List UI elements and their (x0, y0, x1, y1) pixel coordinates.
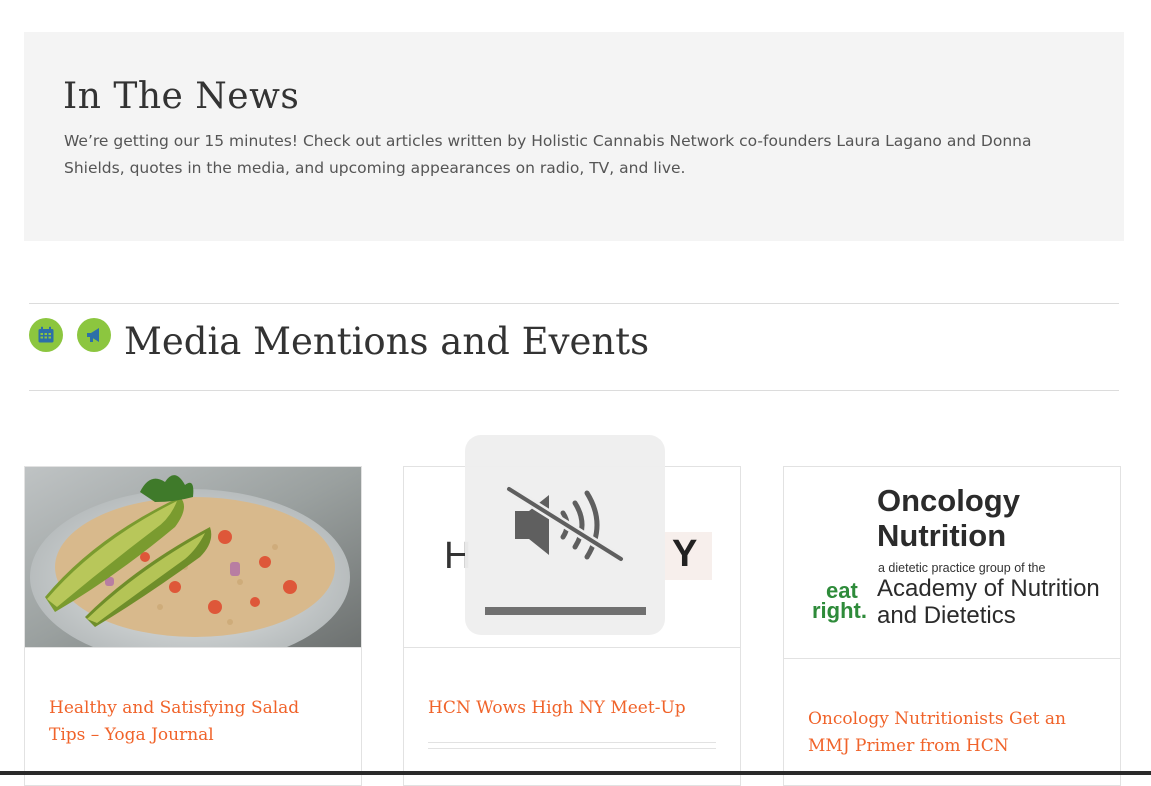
speaker-muted-icon (505, 484, 625, 564)
salad-image[interactable] (25, 467, 361, 648)
card-divider (428, 742, 716, 749)
event-image-text-right: Y (672, 533, 698, 575)
logo-subtitle: a dietetic practice group of the (878, 561, 1046, 575)
footer-strip (0, 771, 1151, 775)
logo-academy-line1: Academy of Nutrition (877, 575, 1100, 602)
card-title-link[interactable]: HCN Wows High NY Meet-Up (428, 695, 718, 722)
section-divider-bottom (29, 390, 1119, 391)
card-title-link[interactable]: Oncology Nutritionists Get an MMJ Primer… (808, 706, 1098, 760)
calendar-icon[interactable] (29, 318, 63, 352)
logo-academy-line2: and Dietetics (877, 602, 1016, 629)
oncology-logo[interactable]: Oncology Nutrition a dietetic practice g… (784, 467, 1120, 659)
page-intro: We’re getting our 15 minutes! Check out … (64, 132, 1032, 177)
news-card[interactable]: Healthy and Satisfying Salad Tips – Yoga… (24, 466, 362, 786)
page-title: In The News (63, 76, 300, 117)
logo-line-nutrition: Nutrition (877, 518, 1007, 553)
volume-muted-overlay (465, 435, 665, 635)
section-title: Media Mentions and Events (124, 320, 650, 363)
logo-line-oncology: Oncology (877, 483, 1020, 518)
volume-level-bar (485, 607, 646, 615)
card-title-link[interactable]: Healthy and Satisfying Salad Tips – Yoga… (49, 695, 339, 749)
section-header: Media Mentions and Events (29, 318, 929, 368)
eatright-right: right. (812, 598, 867, 623)
news-hero: In The News We’re getting our 15 minutes… (24, 32, 1124, 241)
news-card[interactable]: Oncology Nutrition a dietetic practice g… (783, 466, 1121, 786)
section-divider-top (29, 303, 1119, 304)
eatright-logo: eat right. (812, 580, 867, 623)
megaphone-icon[interactable] (77, 318, 111, 352)
